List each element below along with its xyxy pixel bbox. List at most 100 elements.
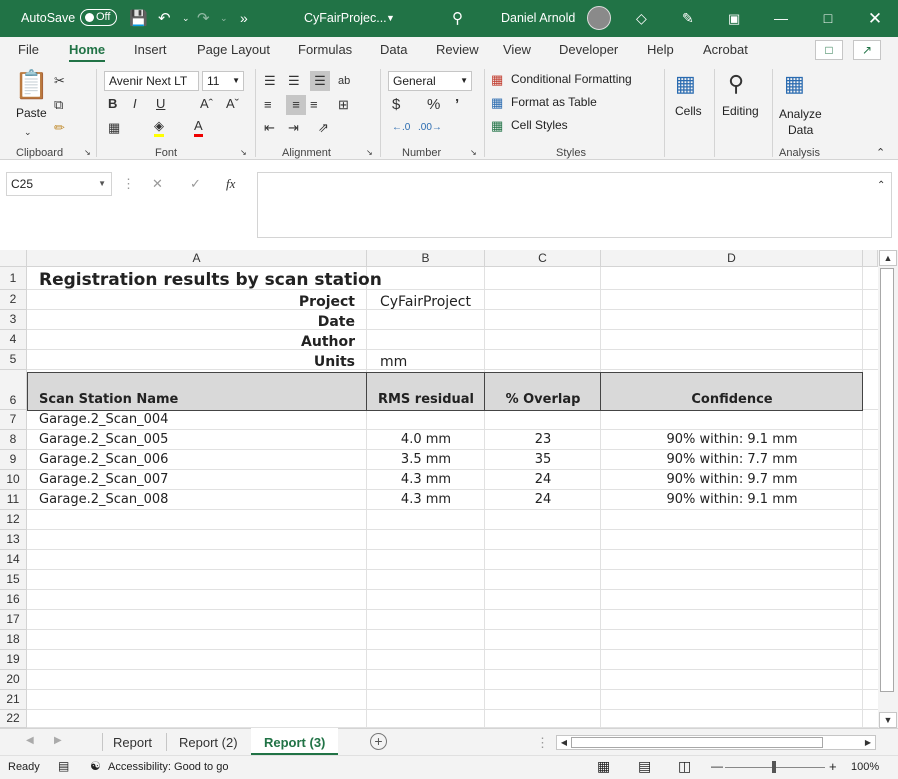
name-box[interactable]: C25 ▼	[6, 172, 112, 196]
comma-icon[interactable]: ’	[455, 95, 459, 115]
minimize-icon[interactable]: —	[758, 0, 804, 37]
sheet-tab-report[interactable]: Report	[113, 735, 152, 750]
tab-page-layout[interactable]: Page Layout	[197, 42, 270, 57]
user-name[interactable]: Daniel Arnold	[501, 0, 575, 37]
row-header-15[interactable]: 15	[0, 570, 27, 590]
report-title[interactable]: Registration results by scan station	[39, 270, 382, 290]
scroll-left-icon[interactable]: ◀	[557, 733, 571, 753]
row-header-10[interactable]: 10	[0, 470, 27, 490]
vertical-scrollbar[interactable]: ▲ ▼	[878, 250, 898, 728]
row-header-20[interactable]: 20	[0, 670, 27, 690]
insert-function-icon[interactable]: fx	[226, 174, 235, 194]
expand-formula-bar-icon[interactable]: ⌃	[877, 176, 885, 196]
undo-icon[interactable]: ↶	[158, 0, 171, 37]
merge-center-icon[interactable]: ⊞	[338, 95, 349, 115]
accessibility-status[interactable]: Accessibility: Good to go	[108, 761, 228, 773]
conditional-formatting-button[interactable]: Conditional Formatting	[511, 72, 632, 86]
format-as-table-button[interactable]: Format as Table	[511, 95, 597, 109]
avatar[interactable]	[587, 6, 611, 30]
table-cell[interactable]: Garage.2_Scan_005	[39, 432, 359, 447]
row-header-13[interactable]: 13	[0, 530, 27, 550]
fill-color-icon[interactable]: ◈	[154, 118, 164, 137]
tab-home[interactable]: Home	[69, 42, 106, 62]
meta-label-project[interactable]: Project	[39, 294, 355, 310]
row-header-12[interactable]: 12	[0, 510, 27, 530]
accessibility-icon[interactable]: ☯	[90, 759, 101, 773]
row-header-16[interactable]: 16	[0, 590, 27, 610]
paste-dropdown-icon[interactable]: ⌄	[24, 122, 32, 142]
column-header-e[interactable]	[863, 250, 878, 267]
paste-icon[interactable]: 📋	[14, 67, 49, 103]
increase-decimal-icon[interactable]: ←.0	[392, 118, 410, 138]
table-cell[interactable]: 90% within: 7.7 mm	[601, 452, 863, 467]
align-center-icon[interactable]: ≡	[286, 95, 306, 115]
tab-data[interactable]: Data	[380, 42, 407, 57]
number-format-box[interactable]: General ▼	[388, 71, 472, 91]
column-header-a[interactable]: A	[27, 250, 367, 267]
table-cell[interactable]: 90% within: 9.1 mm	[601, 432, 863, 447]
table-cell[interactable]: 4.0 mm	[367, 432, 485, 447]
sheet-tab-report-3[interactable]: Report (3)	[264, 735, 325, 750]
zoom-in-icon[interactable]: +	[829, 759, 837, 774]
zoom-slider-thumb[interactable]	[772, 761, 776, 773]
row-header-19[interactable]: 19	[0, 650, 27, 670]
sheet-tab-report-2[interactable]: Report (2)	[179, 735, 238, 750]
scroll-down-icon[interactable]: ▼	[879, 712, 897, 728]
cancel-entry-icon[interactable]: ✕	[152, 174, 163, 194]
pen-icon[interactable]: ✎	[682, 0, 694, 37]
meta-label-author[interactable]: Author	[39, 334, 355, 350]
save-icon[interactable]: 💾	[129, 0, 148, 37]
formula-input[interactable]	[257, 172, 892, 238]
increase-font-icon[interactable]: Aˆ	[200, 94, 213, 114]
row-header-3[interactable]: 3	[0, 310, 27, 330]
format-painter-icon[interactable]: ✏	[54, 118, 65, 138]
undo-dropdown-icon[interactable]: ⌄	[182, 0, 190, 37]
row-header-8[interactable]: 8	[0, 430, 27, 450]
table-cell[interactable]: 3.5 mm	[367, 452, 485, 467]
normal-view-icon[interactable]: ▦	[597, 758, 610, 775]
filename-dropdown-icon[interactable]: ▼	[386, 0, 395, 37]
cells-icon[interactable]: ▦	[675, 69, 696, 99]
tab-formulas[interactable]: Formulas	[298, 42, 352, 57]
row-header-18[interactable]: 18	[0, 630, 27, 650]
increase-indent-icon[interactable]: ⇥	[288, 118, 299, 138]
analyze-data-icon[interactable]: ▦	[784, 69, 805, 99]
table-cell[interactable]: 35	[485, 452, 601, 467]
tab-developer[interactable]: Developer	[559, 42, 618, 57]
tab-insert[interactable]: Insert	[134, 42, 167, 57]
align-left-icon[interactable]: ≡	[264, 95, 272, 115]
row-header-5[interactable]: 5	[0, 350, 27, 370]
prev-sheet-icon[interactable]: ◀	[26, 735, 34, 746]
decrease-font-icon[interactable]: Aˇ	[226, 94, 239, 114]
table-cell[interactable]: Garage.2_Scan_004	[39, 412, 359, 427]
zoom-out-icon[interactable]: —	[711, 759, 723, 773]
tab-acrobat[interactable]: Acrobat	[703, 42, 748, 57]
format-as-table-icon[interactable]: ▦	[491, 93, 503, 113]
page-break-view-icon[interactable]: ◫	[678, 758, 691, 775]
font-color-icon[interactable]: A	[194, 118, 203, 137]
row-header-14[interactable]: 14	[0, 550, 27, 570]
select-all-corner[interactable]	[0, 250, 27, 267]
row-header-7[interactable]: 7	[0, 410, 27, 430]
horizontal-scrollbar[interactable]: ◀ ▶	[556, 735, 876, 750]
paste-button[interactable]: Paste	[16, 106, 47, 120]
close-icon[interactable]: ✕	[852, 0, 898, 37]
comments-icon[interactable]: □	[815, 40, 843, 60]
cell-styles-icon[interactable]: ▦	[491, 116, 503, 136]
table-cell[interactable]: 24	[485, 472, 601, 487]
row-header-4[interactable]: 4	[0, 330, 27, 350]
table-cell[interactable]: 90% within: 9.1 mm	[601, 492, 863, 507]
table-cell[interactable]: 4.3 mm	[367, 472, 485, 487]
decrease-decimal-icon[interactable]: .00→	[418, 118, 442, 138]
more-commands-icon[interactable]: »	[240, 0, 248, 37]
row-header-17[interactable]: 17	[0, 610, 27, 630]
table-cell[interactable]: 90% within: 9.7 mm	[601, 472, 863, 487]
header-overlap[interactable]: % Overlap	[485, 392, 601, 407]
cut-icon[interactable]: ✂	[54, 71, 65, 91]
share-icon[interactable]: ↗	[853, 40, 881, 60]
scroll-up-icon[interactable]: ▲	[879, 250, 897, 266]
analyze-data-line1[interactable]: Analyze	[779, 107, 822, 121]
row-header-21[interactable]: 21	[0, 690, 27, 710]
row-header-9[interactable]: 9	[0, 450, 27, 470]
tab-splitter-icon[interactable]: ⋮	[536, 735, 549, 751]
